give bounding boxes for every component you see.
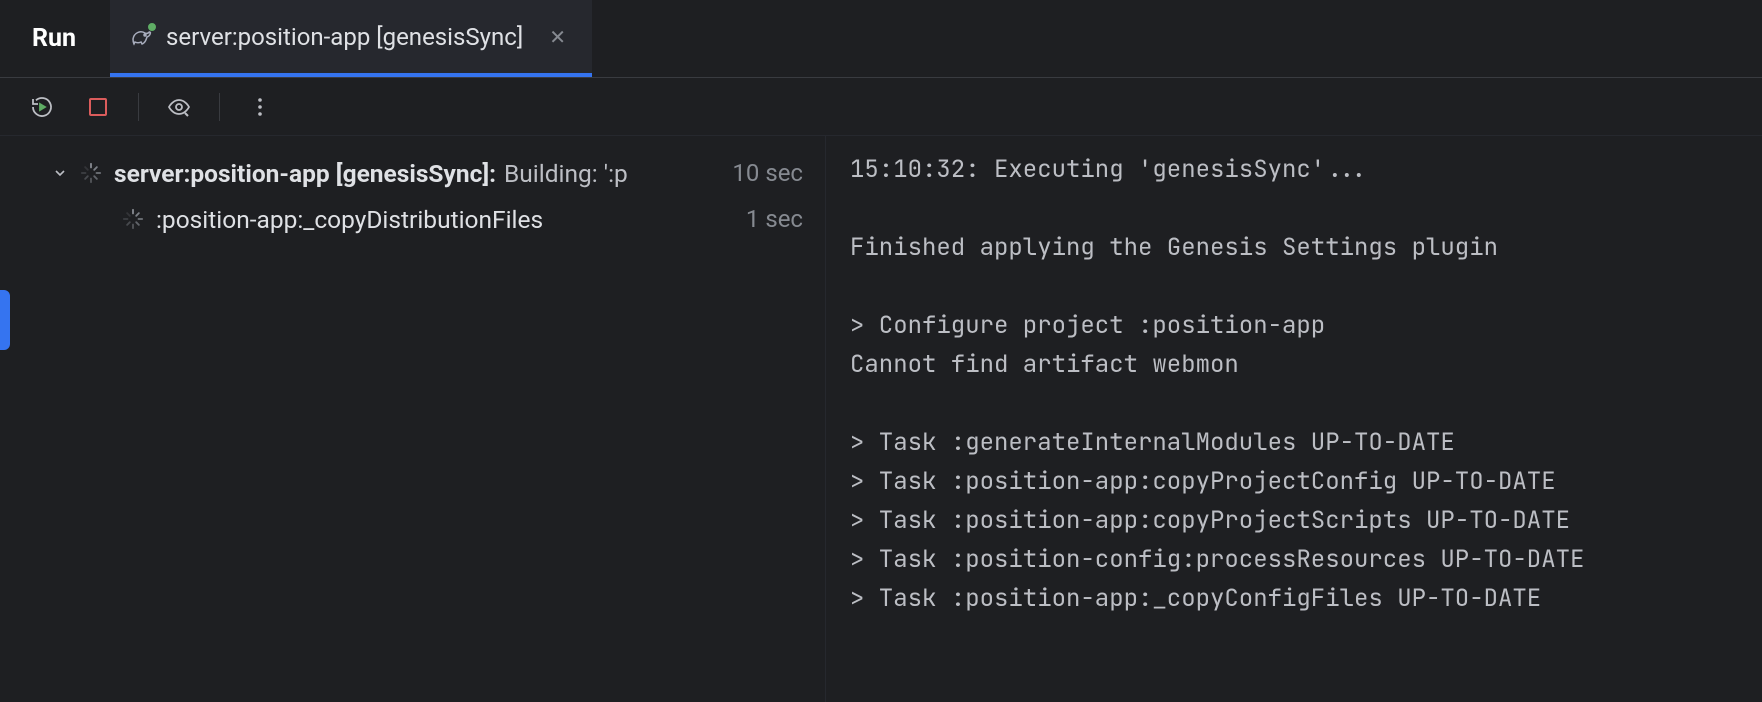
active-tool-indicator (0, 290, 10, 350)
more-options-button[interactable] (244, 91, 276, 123)
console-output[interactable]: 15:10:32: Executing 'genesisSync'... Fin… (825, 136, 1762, 702)
build-tree-panel: server:position-app [genesisSync]: Build… (0, 136, 825, 702)
toolbar-separator (138, 93, 139, 121)
rerun-button[interactable] (26, 91, 58, 123)
running-indicator-dot (147, 22, 157, 32)
gradle-icon (130, 25, 154, 49)
toolbar-separator (219, 93, 220, 121)
run-tab-bar: Run server:position-app [genesisSync] ✕ (0, 0, 1762, 78)
stop-icon (89, 98, 107, 116)
stop-button[interactable] (82, 91, 114, 123)
tree-child-name: :position-app:_copyDistributionFiles (156, 205, 543, 234)
close-tab-button[interactable]: ✕ (543, 23, 572, 51)
tree-root-duration: 10 sec (732, 159, 825, 187)
tree-child-row[interactable]: :position-app:_copyDistributionFiles 1 s… (0, 196, 825, 242)
run-toolbar (0, 78, 1762, 136)
tab-label: server:position-app [genesisSync] (166, 23, 523, 51)
view-button[interactable] (163, 91, 195, 123)
loading-spinner-icon (80, 162, 102, 184)
loading-spinner-icon (122, 208, 144, 230)
tree-root-name: server:position-app [genesisSync]: (114, 159, 496, 188)
run-config-tab[interactable]: server:position-app [genesisSync] ✕ (110, 0, 592, 77)
tree-child-duration: 1 sec (746, 205, 825, 233)
tree-root-row[interactable]: server:position-app [genesisSync]: Build… (0, 150, 825, 196)
tree-root-status: Building: ':p (504, 159, 628, 188)
run-panel-title[interactable]: Run (26, 0, 82, 77)
chevron-down-icon[interactable] (52, 159, 68, 187)
